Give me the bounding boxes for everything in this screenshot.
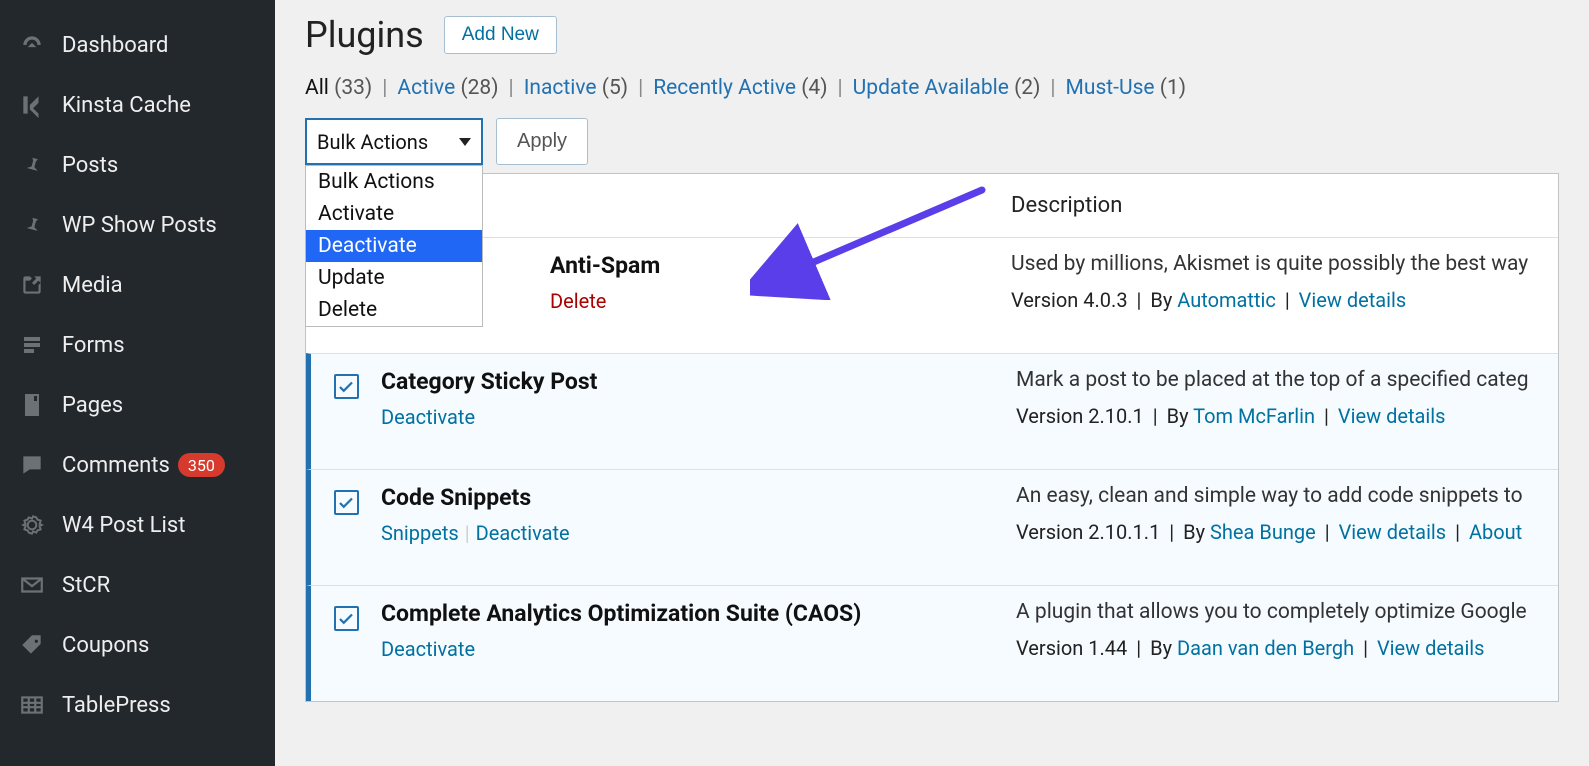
bulk-option-update[interactable]: Update <box>306 262 482 294</box>
action-delete[interactable]: Delete <box>550 289 606 313</box>
pages-icon <box>16 389 48 421</box>
plugin-meta: Version 1.44 | By Daan van den Bergh | V… <box>1016 636 1558 660</box>
tag-icon <box>16 629 48 661</box>
sidebar-item-comments[interactable]: Comments 350 <box>0 435 275 495</box>
sidebar-item-pages[interactable]: Pages <box>0 375 275 435</box>
sidebar-item-label: WP Show Posts <box>62 213 217 238</box>
filter-links: All (33)|Active (28)|Inactive (5)|Recent… <box>305 76 1559 100</box>
action-snippets[interactable]: Snippets <box>381 521 459 545</box>
column-header-description: Description <box>1011 193 1558 218</box>
filter-inactive[interactable]: Inactive (5) <box>524 76 628 100</box>
plugins-table-body: Anti-SpamDeleteUsed by millions, Akismet… <box>306 237 1558 701</box>
caret-down-icon <box>459 138 471 146</box>
sidebar-item-label: Coupons <box>62 633 149 658</box>
sidebar-item-label: Kinsta Cache <box>62 93 191 118</box>
plugin-author-link[interactable]: Shea Bunge <box>1210 520 1316 544</box>
comments-count-badge: 350 <box>178 453 225 477</box>
main-content: Plugins Add New All (33)|Active (28)|Ina… <box>275 0 1589 766</box>
plugin-meta: Version 4.0.3 | By Automattic | View det… <box>1011 288 1558 312</box>
dashboard-icon <box>16 29 48 61</box>
filter-must-use[interactable]: Must-Use (1) <box>1066 76 1187 100</box>
sidebar-item-media[interactable]: Media <box>0 255 275 315</box>
add-new-button[interactable]: Add New <box>444 16 557 54</box>
plugin-row: Category Sticky Post Deactivate Mark a pos… <box>306 353 1558 469</box>
plugin-description: A plugin that allows you to completely o… <box>1016 600 1558 624</box>
media-icon <box>16 269 48 301</box>
action-deactivate[interactable]: Deactivate <box>476 521 570 545</box>
bulk-option-activate[interactable]: Activate <box>306 198 482 230</box>
plugin-meta: Version 2.10.1.1 | By Shea Bunge | View … <box>1016 520 1558 544</box>
sidebar-item-label: Comments <box>62 453 170 478</box>
row-checkbox[interactable] <box>334 606 359 631</box>
plugin-author-link[interactable]: Daan van den Bergh <box>1177 636 1354 660</box>
filter-update-available[interactable]: Update Available (2) <box>853 76 1041 100</box>
filter-active[interactable]: Active (28) <box>397 76 498 100</box>
plugin-author-link[interactable]: Tom McFarlin <box>1193 404 1315 428</box>
plugin-meta: Version 2.10.1 | By Tom McFarlin | View … <box>1016 404 1558 428</box>
action-deactivate[interactable]: Deactivate <box>381 637 475 661</box>
mail-icon <box>16 569 48 601</box>
sidebar-item-label: Media <box>62 273 123 298</box>
filter-recently-active[interactable]: Recently Active (4) <box>653 76 827 100</box>
bulk-option-delete[interactable]: Delete <box>306 294 482 326</box>
plugin-description: An easy, clean and simple way to add cod… <box>1016 484 1558 508</box>
sidebar-item-stcr[interactable]: StCR <box>0 555 275 615</box>
bulk-actions-dropdown: Bulk ActionsActivateDeactivateUpdateDele… <box>305 165 483 327</box>
pin-icon <box>16 149 48 181</box>
meta-link-view-details[interactable]: View details <box>1338 404 1446 428</box>
table-icon <box>16 689 48 721</box>
sidebar-item-wp-show-posts[interactable]: WP Show Posts <box>0 195 275 255</box>
sidebar-item-label: Pages <box>62 393 123 418</box>
sidebar-item-label: StCR <box>62 573 110 598</box>
sidebar-item-kinsta-cache[interactable]: Kinsta Cache <box>0 75 275 135</box>
sidebar-item-label: TablePress <box>62 693 171 718</box>
plugin-description: Mark a post to be placed at the top of a… <box>1016 368 1558 392</box>
sidebar-item-forms[interactable]: Forms <box>0 315 275 375</box>
plugin-name: Code Snippets <box>381 484 1016 511</box>
sidebar-item-w4-post-list[interactable]: W4 Post List <box>0 495 275 555</box>
plugin-row: Complete Analytics Optimization Suite (C… <box>306 585 1558 701</box>
kinsta-icon <box>16 89 48 121</box>
gear-icon <box>16 509 48 541</box>
bulk-option-deactivate[interactable]: Deactivate <box>306 230 482 262</box>
plugin-row: Code SnippetsSnippets|DeactivateAn easy,… <box>306 469 1558 585</box>
sidebar-item-tablepress[interactable]: TablePress <box>0 675 275 735</box>
sidebar-item-dashboard[interactable]: Dashboard <box>0 15 275 75</box>
pin-icon <box>16 209 48 241</box>
comments-icon <box>16 449 48 481</box>
plugin-author-link[interactable]: Automattic <box>1177 288 1276 312</box>
bulk-option-bulk-actions[interactable]: Bulk Actions <box>306 166 482 198</box>
sidebar-item-coupons[interactable]: Coupons <box>0 615 275 675</box>
meta-link-view-details[interactable]: View details <box>1377 636 1485 660</box>
forms-icon <box>16 329 48 361</box>
row-checkbox[interactable] <box>334 374 359 399</box>
sidebar-item-label: Dashboard <box>62 33 168 58</box>
row-checkbox[interactable] <box>334 490 359 515</box>
bulk-actions-select[interactable]: Bulk Actions <box>305 118 483 165</box>
meta-link-view-details[interactable]: View details <box>1299 288 1407 312</box>
sidebar-item-posts[interactable]: Posts <box>0 135 275 195</box>
sidebar-item-label: Forms <box>62 333 125 358</box>
plugin-row: Anti-SpamDeleteUsed by millions, Akismet… <box>306 237 1558 353</box>
plugin-description: Used by millions, Akismet is quite possi… <box>1011 252 1558 276</box>
plugins-table: Description Anti-SpamDeleteUsed by milli… <box>305 173 1559 702</box>
bulk-actions-label: Bulk Actions <box>317 130 428 154</box>
sidebar-item-label: Posts <box>62 153 118 178</box>
plugin-name: Category Sticky Post <box>381 368 1016 395</box>
meta-link-view-details[interactable]: View details <box>1339 520 1447 544</box>
meta-link-about[interactable]: About <box>1469 520 1522 544</box>
action-deactivate[interactable]: Deactivate <box>381 405 475 429</box>
admin-sidebar: Dashboard Kinsta Cache Posts WP Show Posts M… <box>0 0 275 766</box>
apply-button[interactable]: Apply <box>496 118 588 165</box>
page-title: Plugins <box>305 14 424 56</box>
sidebar-item-label: W4 Post List <box>62 513 185 538</box>
filter-all[interactable]: All (33) <box>305 76 372 100</box>
plugin-name: Complete Analytics Optimization Suite (C… <box>381 600 1016 627</box>
